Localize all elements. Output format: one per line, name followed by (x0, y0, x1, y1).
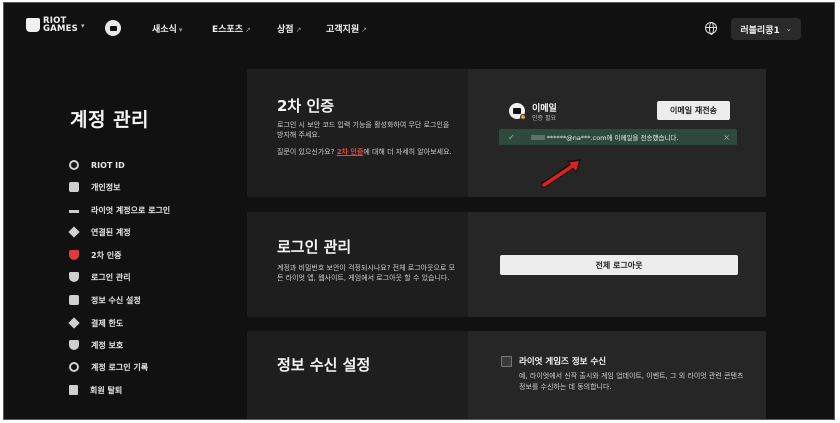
nav-link-esports[interactable]: E스포츠 ↗ (212, 22, 251, 35)
nav-link-store[interactable]: 상점 ↗ (277, 22, 301, 35)
id-card-icon (69, 182, 79, 192)
user-menu-button[interactable]: 러블리콩1 ⌄ (731, 18, 801, 40)
checkbox-description: 예, 라이엇에서 신작 출시와 게임 업데이트, 이벤트, 그 외 라이엇 관련… (519, 372, 744, 391)
sidebar-item-label: 개인정보 (91, 182, 121, 192)
key-icon (69, 210, 79, 213)
chat-icon[interactable] (105, 20, 121, 36)
sidebar-item-login-management[interactable]: 로그인 관리 (69, 270, 131, 284)
sidebar-item-label: 2차 인증 (91, 250, 122, 260)
riot-fist-icon (26, 18, 40, 32)
globe-icon[interactable] (705, 22, 717, 35)
sidebar-item-label: RIOT ID (91, 160, 125, 170)
nav-link-label: E스포츠 (212, 25, 243, 35)
external-link-icon: ↗ (361, 26, 367, 34)
help-prefix: 질문이 있으신가요? (277, 148, 337, 156)
external-link-icon: ↗ (245, 26, 251, 34)
nav-link-support[interactable]: 고객지원 ↗ (326, 22, 367, 35)
method-status: 인증 필요 (532, 115, 556, 122)
sidebar-item-label: 계정 보호 (91, 340, 124, 350)
shield-icon (69, 250, 79, 260)
sidebar-item-personal-info[interactable]: 개인정보 (69, 180, 120, 194)
login-management-card: 로그인 관리 계정과 비밀번호 보안이 걱정되시나요? 전체 로그아웃으로 모든… (247, 212, 766, 317)
chevron-down-icon[interactable]: ▾ (81, 22, 85, 30)
sidebar-item-two-factor[interactable]: 2차 인증 (69, 248, 121, 262)
card-title: 정보 수신 설정 (277, 356, 371, 374)
sidebar-item-linked-accounts[interactable]: 연결된 계정 (68, 225, 131, 239)
sidebar-item-label: 연결된 계정 (91, 227, 131, 237)
history-icon (69, 362, 79, 372)
sidebar-item-label: 라이엇 계정으로 로그인 (91, 205, 171, 215)
chevron-down-icon: ▾ (178, 26, 183, 34)
sidebar-item-label: 계정 로그인 기록 (91, 362, 149, 372)
sidebar-item-account-protection[interactable]: 계정 보호 (69, 338, 123, 352)
face-icon (69, 160, 79, 170)
page-title: 계정 관리 (70, 109, 150, 131)
email-method: 이메일 인증 필요 이메일 재전송 (500, 96, 738, 122)
logout-all-button[interactable]: 전체 로그아웃 (500, 255, 738, 275)
riot-games-logo[interactable]: RIOT GAMES ▾ (26, 17, 84, 33)
resend-email-button[interactable]: 이메일 재전송 (657, 101, 730, 120)
sidebar-item-riot-sign-on[interactable]: 라이엇 계정으로 로그인 (69, 203, 170, 217)
sidebar-item-label: 결제 한도 (91, 318, 124, 328)
sidebar-item-payment-limit[interactable]: 결제 한도 (68, 316, 124, 330)
sidebar-item-label: 정보 수신 설정 (91, 295, 141, 305)
nav-link-label: 고객지원 (326, 25, 360, 35)
sidebar-item-label: 로그인 관리 (91, 272, 131, 282)
sidebar-item-label: 회원 탈퇴 (90, 385, 123, 395)
card-title: 2차 인증 (277, 97, 335, 115)
nav-link-label: 상점 (277, 25, 294, 35)
exit-icon (69, 385, 78, 395)
card-title: 로그인 관리 (277, 238, 352, 256)
sidebar-item-login-history[interactable]: 계정 로그인 기록 (69, 360, 148, 374)
card-info: 2차 인증 로그인 시 보안 코드 입력 기능을 활성화하여 무단 로그인을 방… (247, 69, 468, 197)
card-info: 로그인 관리 계정과 비밀번호 보안이 걱정되시나요? 전체 로그아웃으로 모든… (247, 212, 468, 317)
layers-icon (68, 226, 80, 238)
nav-link-news[interactable]: 새소식 ▾ (152, 22, 182, 35)
close-icon[interactable]: × (723, 133, 730, 142)
gem-icon (68, 317, 80, 329)
protect-icon (69, 340, 79, 350)
sidebar-item-riot-id[interactable]: RIOT ID (69, 158, 125, 172)
annotation-arrow-icon (541, 159, 581, 188)
check-icon: ✓ (508, 132, 515, 142)
checkbox-label[interactable]: 라이엇 게임즈 정보 수신 (519, 355, 606, 367)
chat-icon (69, 295, 79, 305)
help-suffix: 에 대해 더 자세히 알아보세요. (363, 148, 452, 156)
username: 러블리콩1 (740, 25, 780, 36)
warning-badge (520, 114, 526, 120)
card-description: 계정과 비밀번호 보안이 걱정되시나요? 전체 로그아웃으로 모든 라이엇 앱,… (277, 264, 456, 282)
chevron-down-icon: ⌄ (785, 25, 792, 33)
email-sent-notification: ✓ ******@na***.com에 이메일을 전송했습니다. × (499, 129, 737, 145)
notification-text: ******@na***.com에 이메일을 전송했습니다. (546, 134, 679, 142)
logo-text: RIOT GAMES (43, 17, 78, 34)
sidebar-item-communication[interactable]: 정보 수신 설정 (69, 293, 141, 307)
two-factor-help-link[interactable]: 2차 인증 (337, 148, 364, 156)
app-window: RIOT GAMES ▾ 새소식 ▾ E스포츠 ↗ 상점 ↗ 고객지원 ↗ 러블리콩1 … (3, 2, 835, 420)
redacted-block (530, 134, 545, 140)
marketing-consent-checkbox[interactable] (501, 356, 512, 367)
logo-line-2: GAMES (43, 24, 78, 34)
external-link-icon: ↗ (295, 26, 302, 34)
login-icon (69, 272, 79, 282)
sidebar-item-delete-account[interactable]: 회원 탈퇴 (69, 383, 122, 397)
top-navigation: RIOT GAMES ▾ 새소식 ▾ E스포츠 ↗ 상점 ↗ 고객지원 ↗ 러블리콩1 … (4, 3, 834, 55)
nav-link-label: 새소식 (152, 25, 177, 35)
card-info: 정보 수신 설정 (247, 331, 468, 419)
help-text: 질문이 있으신가요? 2차 인증에 대해 더 자세히 알아보세요. (277, 147, 457, 157)
card-description: 로그인 시 보안 코드 입력 기능을 활성화하여 무단 로그인을 방지해 주세요… (277, 121, 450, 139)
